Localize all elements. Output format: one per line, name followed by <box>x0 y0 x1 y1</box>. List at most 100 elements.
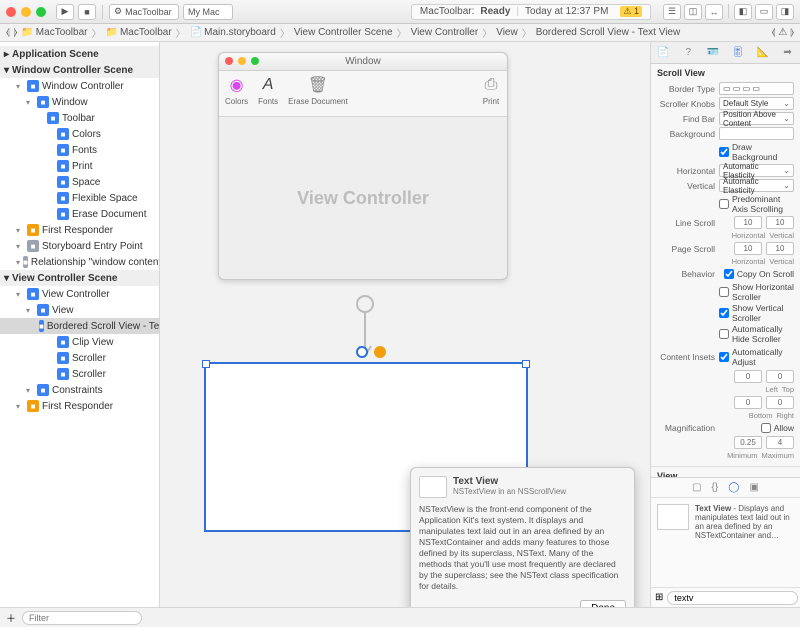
find-bar-select[interactable]: Position Above Content <box>719 112 794 125</box>
identity-inspector-icon[interactable]: 🪪 <box>706 46 720 60</box>
minimize-icon[interactable] <box>21 7 31 17</box>
add-icon[interactable]: ＋ <box>6 610 16 625</box>
jump-next-icon[interactable]: ⦊ <box>790 27 794 38</box>
outline-row[interactable]: ■Fonts <box>0 142 159 158</box>
outline-row[interactable]: ■Erase Document <box>0 206 159 222</box>
outline-row[interactable]: ■Space <box>0 174 159 190</box>
mag-max[interactable] <box>766 436 794 449</box>
show-v-scroller-checkbox[interactable] <box>719 308 729 318</box>
toolbar-item-erase[interactable]: 🗑Erase Document <box>288 75 348 106</box>
draw-background-checkbox[interactable] <box>719 147 729 157</box>
horizontal-elasticity-select[interactable]: Automatic Elasticity <box>719 164 794 177</box>
library-search-input[interactable] <box>667 591 798 605</box>
crumb-view[interactable]: View <box>496 27 518 38</box>
jump-bar[interactable]: ⦉ ⦊ 📁 MacToolbar〉 📁 MacToolbar〉 📄 Main.s… <box>0 24 800 42</box>
help-inspector-icon[interactable]: ? <box>681 46 695 60</box>
version-editor-button[interactable]: ↔ <box>705 4 723 20</box>
outline-row[interactable]: ▾■View <box>0 302 159 318</box>
size-inspector-icon[interactable]: 📐 <box>756 46 770 60</box>
show-h-scroller-checkbox[interactable] <box>719 287 729 297</box>
line-scroll-h[interactable] <box>734 216 762 229</box>
scroller-knobs-select[interactable]: Default Style <box>719 97 794 110</box>
toolbar-item-colors[interactable]: ◉Colors <box>225 75 248 106</box>
toolbar-item-fonts[interactable]: AFonts <box>258 75 278 106</box>
library-item-text-view[interactable]: Text View - Displays and manipulates tex… <box>651 498 800 546</box>
outline-row[interactable]: ▾■First Responder <box>0 398 159 414</box>
magnification-allow-checkbox[interactable] <box>761 423 771 433</box>
outline-row[interactable]: ■Flexible Space <box>0 190 159 206</box>
done-button[interactable]: Done <box>580 600 626 607</box>
outline-row[interactable]: ▾■View Controller <box>0 286 159 302</box>
outline-row[interactable]: ▾■Relationship "window content" to … <box>0 254 159 270</box>
inset-left[interactable] <box>734 370 762 383</box>
standard-editor-button[interactable]: ☰ <box>663 4 681 20</box>
run-button[interactable]: ▶ <box>56 4 74 20</box>
line-scroll-v[interactable] <box>766 216 794 229</box>
background-color-well[interactable] <box>719 127 794 140</box>
outline-row[interactable]: ■Print <box>0 158 159 174</box>
nav-fwd-icon[interactable]: ⦊ <box>14 27 18 38</box>
file-inspector-icon[interactable]: 📄 <box>656 46 670 60</box>
auto-adjust-insets-checkbox[interactable] <box>719 352 729 362</box>
inset-right[interactable] <box>766 396 794 409</box>
connections-inspector-icon[interactable]: ➡ <box>781 46 795 60</box>
toolbar-item-print[interactable]: ⎙Print <box>481 75 501 106</box>
zoom-icon[interactable] <box>36 7 46 17</box>
outline-row[interactable]: ■Scroller <box>0 350 159 366</box>
page-scroll-h[interactable] <box>734 242 762 255</box>
jump-next-warn-icon[interactable]: ⚠ <box>778 27 787 38</box>
crumb-target[interactable]: 📁 MacToolbar <box>106 27 172 38</box>
destination-selector[interactable]: My Mac <box>183 4 233 20</box>
inset-top[interactable] <box>766 370 794 383</box>
toggle-inspector-button[interactable]: ◨ <box>776 4 794 20</box>
inspector-tabs[interactable]: 📄 ? 🪪 🎚 📐 ➡ <box>651 42 800 64</box>
copy-on-scroll-checkbox[interactable] <box>724 269 734 279</box>
outline-section-application[interactable]: ▸ Application Scene <box>0 46 159 62</box>
outline-row[interactable]: ■Colors <box>0 126 159 142</box>
attributes-inspector-icon[interactable]: 🎚 <box>731 46 745 60</box>
code-snippet-icon[interactable]: {} <box>712 482 719 493</box>
outline-scene-window[interactable]: ▾ Window Controller Scene <box>0 62 159 78</box>
grid-toggle-icon[interactable]: ⊞ <box>655 592 663 603</box>
document-outline[interactable]: ▸ Application Scene ▾ Window Controller … <box>0 42 160 607</box>
library-tabs[interactable]: ▢ {} ◯ ▣ <box>651 478 800 498</box>
ib-canvas[interactable]: → Window ◉Colors AFonts 🗑Erase Document … <box>160 42 650 607</box>
window-traffic-lights[interactable] <box>6 7 46 17</box>
crumb-project[interactable]: 📁 MacToolbar <box>21 27 87 38</box>
inset-bottom[interactable] <box>734 396 762 409</box>
predominant-axis-checkbox[interactable] <box>719 199 729 209</box>
navigator-filter-input[interactable] <box>22 611 142 625</box>
crumb-leaf[interactable]: Bordered Scroll View - Text View <box>536 27 681 38</box>
auto-hide-scroller-checkbox[interactable] <box>719 329 729 339</box>
stop-button[interactable]: ■ <box>78 4 96 20</box>
border-type-segmented[interactable]: ▭ ▭ ▭ ▭ <box>719 82 794 95</box>
outline-row[interactable]: ▾■Constraints <box>0 382 159 398</box>
canvas-window-controller[interactable]: Window ◉Colors AFonts 🗑Erase Document ⎙P… <box>218 52 508 280</box>
vertical-elasticity-select[interactable]: Automatic Elasticity <box>719 179 794 192</box>
toggle-debug-button[interactable]: ▭ <box>755 4 773 20</box>
object-icon[interactable] <box>356 346 368 358</box>
crumb-storyboard[interactable]: 📄 Main.storyboard <box>190 27 276 38</box>
outline-row[interactable]: ▾■Window <box>0 94 159 110</box>
scheme-selector[interactable]: ⚙ MacToolbar <box>109 4 179 20</box>
warning-badge[interactable]: ⚠ 1 <box>620 6 642 17</box>
jump-prev-icon[interactable]: ⦉ <box>772 27 776 38</box>
file-template-icon[interactable]: ▢ <box>692 482 701 493</box>
page-scroll-v[interactable] <box>766 242 794 255</box>
first-responder-icon[interactable] <box>374 346 386 358</box>
crumb-scene[interactable]: View Controller Scene <box>294 27 393 38</box>
outline-row[interactable]: ■Scroller <box>0 366 159 382</box>
media-library-icon[interactable]: ▣ <box>749 482 758 493</box>
outline-row[interactable]: ▾■First Responder <box>0 222 159 238</box>
close-icon[interactable] <box>6 7 16 17</box>
outline-row[interactable]: ■Clip View <box>0 334 159 350</box>
outline-row[interactable]: ■Bordered Scroll View - Text… <box>0 318 159 334</box>
nav-back-icon[interactable]: ⦉ <box>6 27 10 38</box>
canvas-selection-header[interactable] <box>356 346 386 358</box>
crumb-vc[interactable]: View Controller <box>411 27 479 38</box>
mag-min[interactable] <box>734 436 762 449</box>
outline-row[interactable]: ■Toolbar <box>0 110 159 126</box>
outline-row[interactable]: ▾■Storyboard Entry Point <box>0 238 159 254</box>
outline-row[interactable]: ▾■Window Controller <box>0 78 159 94</box>
outline-scene-view[interactable]: ▾ View Controller Scene <box>0 270 159 286</box>
